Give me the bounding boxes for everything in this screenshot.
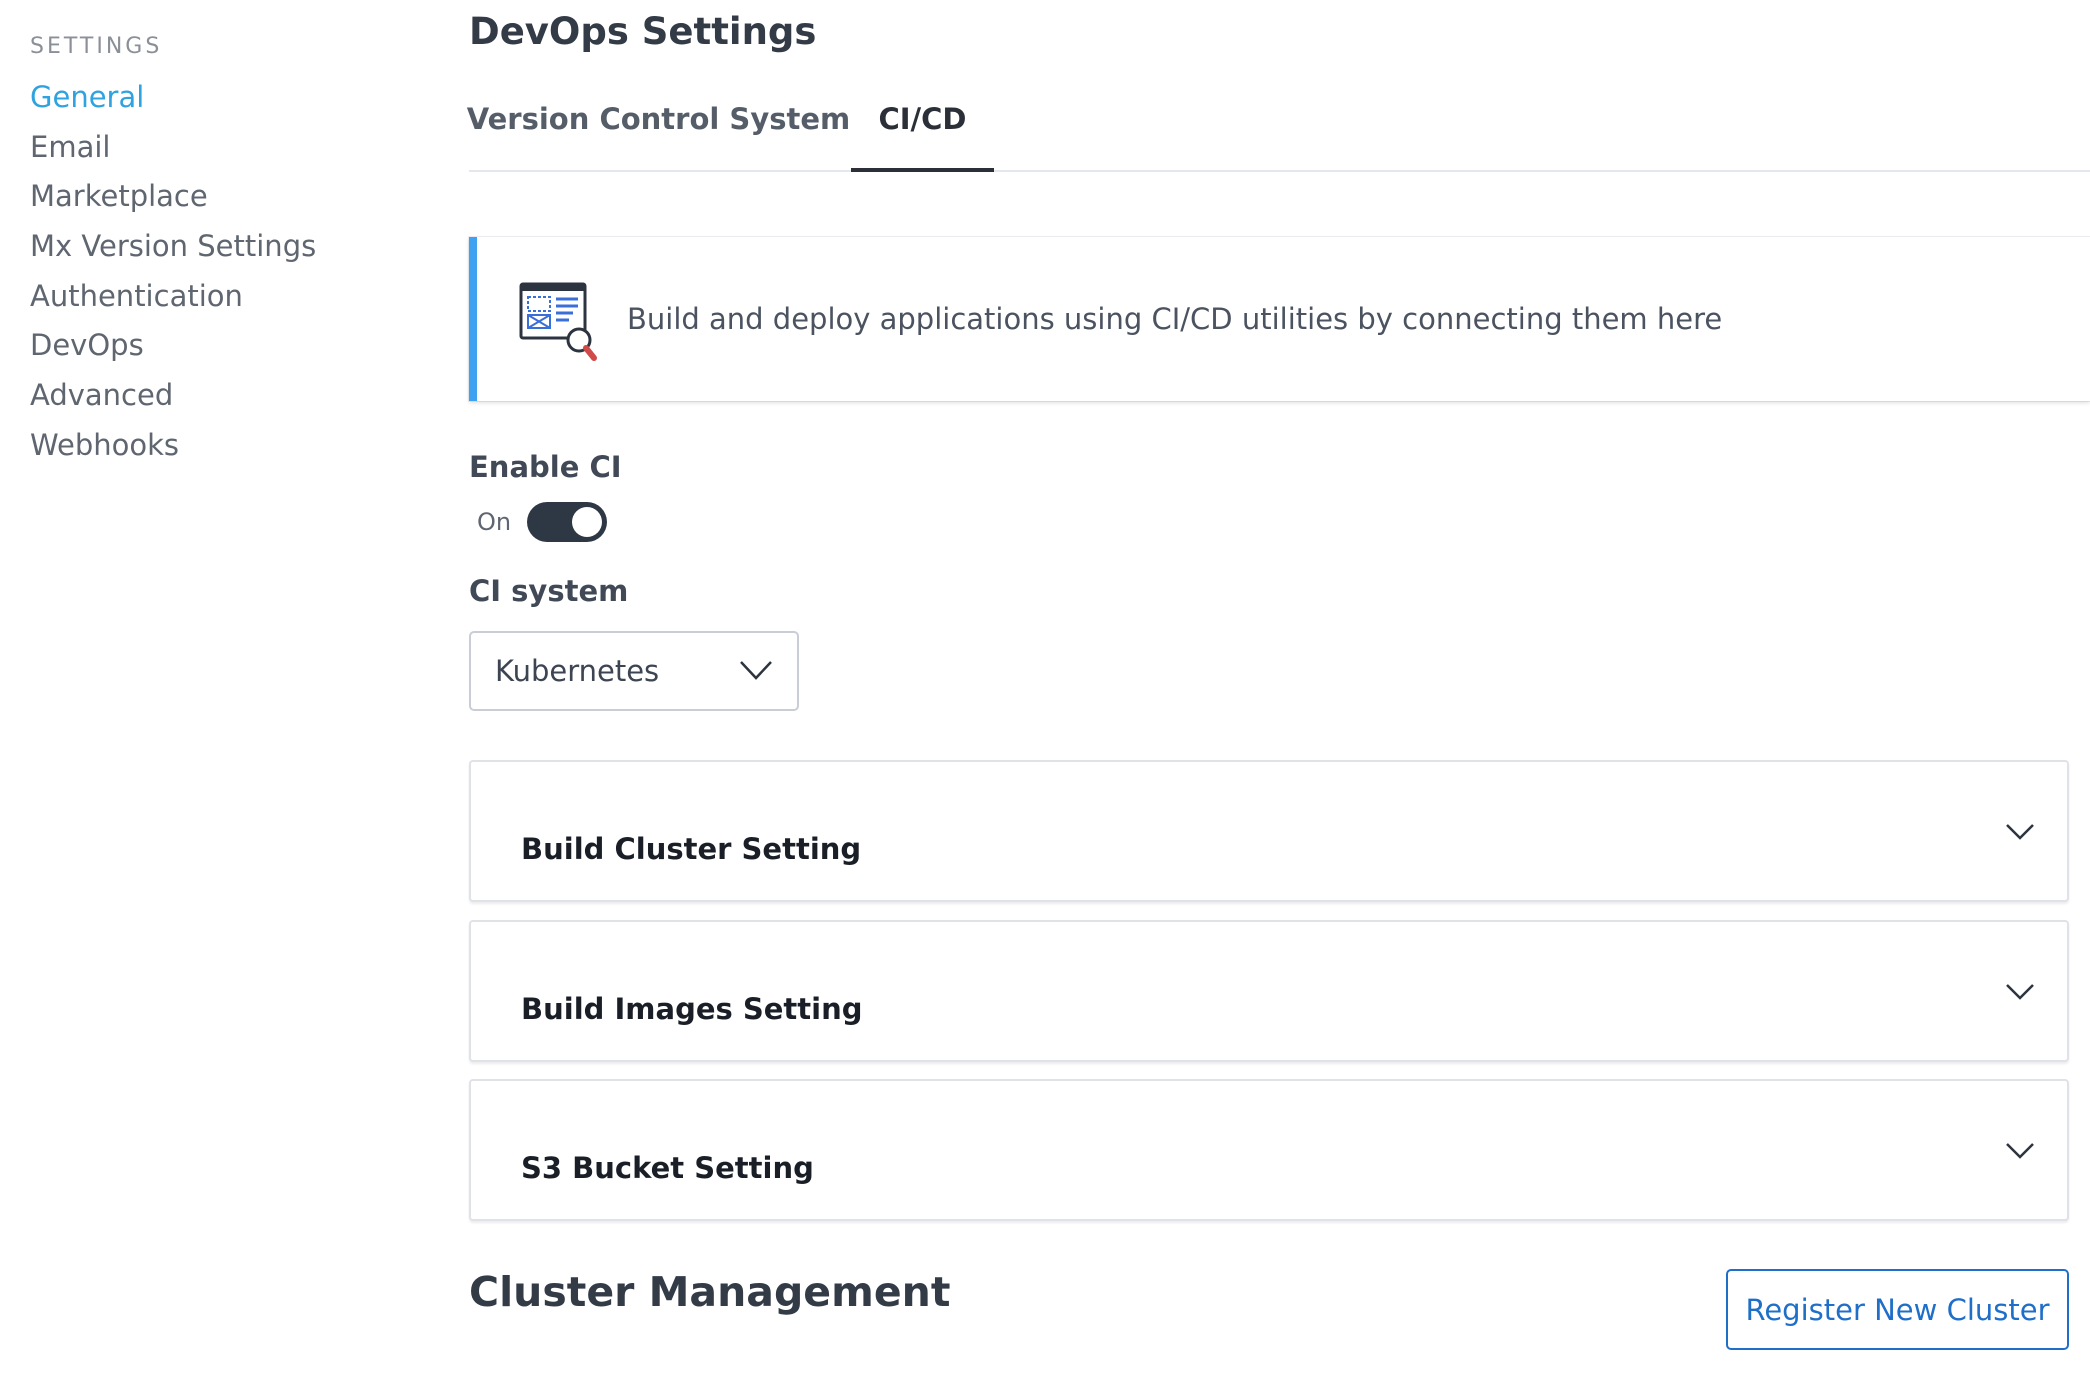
enable-ci-row: On: [477, 502, 608, 542]
accordion-title: Build Images Setting: [521, 992, 863, 1026]
tab-bar: Version Control System CI/CD: [467, 82, 2090, 172]
ci-system-label: CI system: [469, 574, 629, 608]
tab-version-control-system[interactable]: Version Control System: [467, 82, 850, 172]
sidebar-item-marketplace[interactable]: Marketplace: [30, 172, 410, 222]
document-search-icon: [519, 282, 597, 361]
sidebar-item-advanced[interactable]: Advanced: [30, 371, 410, 421]
enable-ci-label: Enable CI: [469, 450, 622, 484]
register-new-cluster-button[interactable]: Register New Cluster: [1726, 1269, 2069, 1350]
chevron-down-icon: [2006, 824, 2034, 840]
enable-ci-toggle[interactable]: [527, 502, 608, 542]
accordion-build-cluster-setting[interactable]: Build Cluster Setting: [469, 760, 2069, 902]
accordion-s3-bucket-setting[interactable]: S3 Bucket Setting: [469, 1079, 2069, 1221]
toggle-state-text: On: [477, 508, 512, 536]
sidebar-item-general[interactable]: General: [30, 73, 410, 123]
cluster-management-title: Cluster Management: [469, 1268, 951, 1316]
accordion-title: S3 Bucket Setting: [521, 1151, 814, 1185]
banner-text: Build and deploy applications using CI/C…: [627, 302, 1723, 336]
sidebar-item-devops[interactable]: DevOps: [30, 321, 410, 371]
sidebar-item-authentication[interactable]: Authentication: [30, 272, 410, 322]
chevron-down-icon: [2006, 1143, 2034, 1159]
accordion-build-images-setting[interactable]: Build Images Setting: [469, 920, 2069, 1062]
sidebar-heading: SETTINGS: [30, 34, 163, 59]
toggle-knob: [572, 507, 603, 537]
settings-sidebar: SETTINGS General Email Marketplace Mx Ve…: [30, 34, 410, 471]
settings-page: SETTINGS General Email Marketplace Mx Ve…: [0, 0, 2090, 1378]
chevron-down-icon: [740, 661, 772, 680]
info-banner: Build and deploy applications using CI/C…: [469, 237, 2090, 401]
accordion-title: Build Cluster Setting: [521, 832, 862, 866]
sidebar-item-email[interactable]: Email: [30, 123, 410, 173]
sidebar-item-mx-version-settings[interactable]: Mx Version Settings: [30, 222, 410, 272]
page-title: DevOps Settings: [469, 10, 817, 53]
chevron-down-icon: [2006, 984, 2034, 1000]
ci-system-select[interactable]: Kubernetes: [469, 631, 799, 711]
sidebar-item-webhooks[interactable]: Webhooks: [30, 421, 410, 471]
tab-ci-cd[interactable]: CI/CD: [851, 82, 994, 172]
ci-system-value: Kubernetes: [495, 654, 660, 688]
